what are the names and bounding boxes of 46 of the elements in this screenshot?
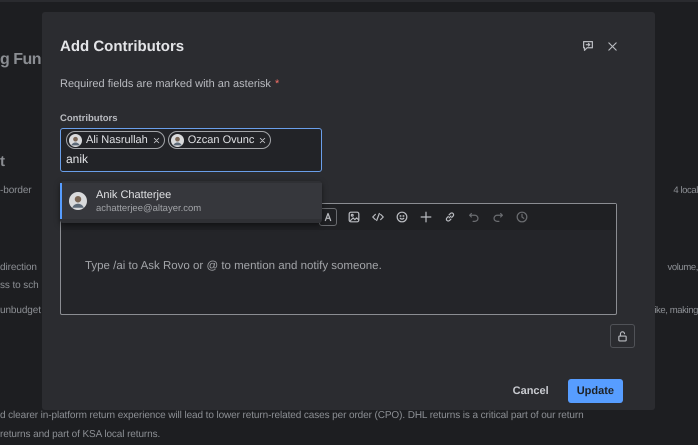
update-button[interactable]: Update bbox=[568, 379, 623, 403]
contributor-name: Ali Nasrullah bbox=[86, 134, 148, 146]
link-icon bbox=[443, 210, 457, 224]
contributor-tag[interactable]: Ozcan Ovunc bbox=[168, 131, 272, 149]
undo-icon bbox=[467, 210, 481, 224]
contributor-tag[interactable]: Ali Nasrullah bbox=[66, 131, 165, 149]
contributor-name: Ozcan Ovunc bbox=[188, 134, 254, 146]
code-icon bbox=[371, 210, 385, 224]
user-email: achatterjee@altayer.com bbox=[96, 202, 202, 214]
field-label: Contributors bbox=[60, 113, 119, 124]
cancel-button[interactable]: Cancel bbox=[504, 379, 558, 403]
chat-icon bbox=[581, 39, 595, 53]
close-icon bbox=[152, 136, 161, 144]
avatar-icon bbox=[69, 192, 87, 210]
history-icon bbox=[515, 210, 529, 224]
close-button[interactable] bbox=[606, 40, 619, 52]
section-heading: t bbox=[0, 153, 5, 171]
editor-placeholder: Type /ai to Ask Rovo or @ to mention and notify someone. bbox=[85, 260, 382, 272]
remove-icon[interactable] bbox=[152, 136, 161, 144]
body-text: direction bbox=[0, 261, 37, 275]
contributors-field[interactable]: Ali Nasrullah Ozcan Ovunc anik bbox=[60, 128, 322, 172]
body-text: 4 local bbox=[673, 184, 698, 198]
plus-icon bbox=[419, 210, 433, 224]
feedback-button[interactable] bbox=[581, 39, 595, 53]
body-text: unbudget bbox=[0, 304, 41, 318]
body-text: ike, making bbox=[654, 304, 698, 318]
padlock-icon bbox=[616, 330, 629, 342]
remove-icon[interactable] bbox=[258, 136, 268, 144]
body-text: ss to sch bbox=[0, 279, 39, 293]
lock-button[interactable] bbox=[610, 324, 635, 348]
suggestion-option[interactable]: Anik Chatterjee achatterjee@altayer.com bbox=[60, 183, 322, 219]
body-text: -border bbox=[0, 184, 32, 198]
image-icon bbox=[347, 210, 361, 224]
dialog-title: Add Contributors bbox=[60, 38, 184, 54]
page-heading: g Fun bbox=[0, 51, 42, 70]
avatar-icon bbox=[69, 134, 82, 146]
body-text: returns and part of KSA local returns. bbox=[0, 428, 160, 442]
redo-icon bbox=[491, 210, 505, 224]
body-text: d clearer in-platform return experience will lead to lower return-related cases per order (CPO). DHL returns is a critical part of our return bbox=[0, 409, 584, 423]
close-icon bbox=[258, 136, 268, 144]
body-text: volume, bbox=[668, 261, 698, 275]
emoji-icon bbox=[395, 210, 409, 224]
required-note: Required fields are marked with an asterisk * bbox=[60, 78, 280, 90]
user-name: Anik Chatterjee bbox=[96, 188, 172, 200]
avatar-icon bbox=[170, 134, 184, 146]
close-icon bbox=[606, 40, 619, 52]
